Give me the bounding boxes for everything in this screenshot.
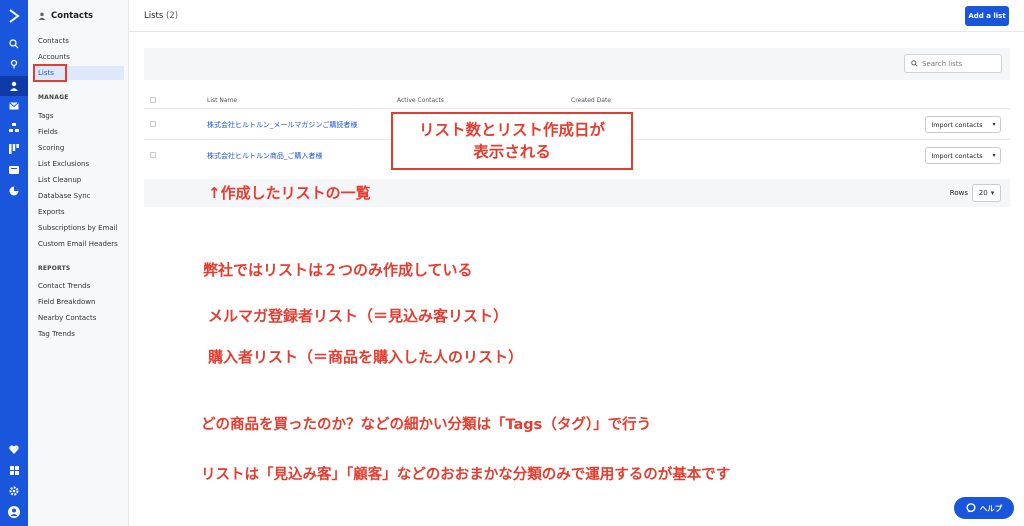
subnav-item-list-exclusions[interactable]: List Exclusions [38, 160, 89, 168]
app-rail [0, 0, 28, 526]
search-input[interactable]: Search lists [904, 54, 1002, 73]
lists-highlight-box [33, 64, 67, 82]
annotation-note-3: 購入者リスト（＝商品を購入した人のリスト） [208, 348, 524, 366]
automation-icon[interactable] [0, 118, 28, 138]
subnav-title: Contacts [38, 11, 93, 21]
import-contacts-button[interactable]: Import contacts [925, 147, 989, 164]
column-created-date[interactable]: Created Date [571, 97, 611, 104]
page-title: Lists (2) [144, 11, 179, 21]
annotation-note-5: リストは「見込み客」「顧客」などのおおまかな分類のみで運用するのが基本です [201, 467, 731, 483]
contacts-icon[interactable] [0, 76, 28, 96]
location-icon[interactable] [0, 54, 28, 74]
person-icon [38, 12, 46, 20]
add-list-button[interactable]: Add a list [965, 6, 1009, 26]
search-icon [911, 60, 918, 67]
subnav-item-fields[interactable]: Fields [38, 128, 58, 136]
search-icon[interactable] [0, 34, 28, 54]
subnav-item-accounts[interactable]: Accounts [38, 53, 70, 61]
chevron-down-icon[interactable]: ▾ [988, 147, 1001, 164]
subnav-item-list-cleanup[interactable]: List Cleanup [38, 176, 81, 184]
list-count: (2) [166, 11, 179, 21]
subnav-item-email-headers[interactable]: Custom Email Headers [38, 240, 118, 248]
subnav-item-contacts[interactable]: Contacts [38, 37, 69, 45]
annotation-note-1: 弊社ではリストは２つのみ作成している [203, 261, 473, 279]
rows-label: Rows [949, 189, 968, 197]
list-name-link[interactable]: 株式会社ヒルトルン商品_ご購入者様 [207, 151, 322, 161]
select-all-checkbox[interactable] [150, 97, 156, 103]
apps-icon[interactable] [0, 460, 28, 480]
page-header: Lists (2) Add a list [129, 0, 1024, 32]
manage-heading: MANAGE [38, 94, 69, 101]
chevron-down-icon: ▾ [990, 189, 995, 197]
logo-icon[interactable] [0, 6, 28, 26]
column-list-name[interactable]: List Name [207, 97, 237, 104]
list-name-link[interactable]: 株式会社ヒルトルン_メールマガジンご購読者様 [207, 120, 357, 130]
gear-icon[interactable] [0, 481, 28, 501]
subnav-item-field-breakdown[interactable]: Field Breakdown [38, 298, 95, 306]
subnav-item-database-sync[interactable]: Database Sync [38, 192, 91, 200]
subnav-item-nearby-contacts[interactable]: Nearby Contacts [38, 314, 96, 322]
row-checkbox[interactable] [150, 121, 156, 127]
annotation-callout: リスト数とリスト作成日が 表示される [391, 112, 633, 170]
pipeline-icon[interactable] [0, 139, 28, 159]
chat-icon [966, 503, 976, 513]
annotation-note-4: どの商品を買ったのか？などの細かい分類は「Tags（タグ）」で行う [201, 417, 652, 433]
annotation-note-2: メルマガ登録者リスト（＝見込み客リスト） [208, 307, 509, 325]
subnav-item-exports[interactable]: Exports [38, 208, 65, 216]
chevron-down-icon[interactable]: ▾ [988, 116, 1001, 133]
subnav-item-tag-trends[interactable]: Tag Trends [38, 330, 75, 338]
rows-per-page-select[interactable]: 20 ▾ [972, 184, 1001, 202]
heart-icon[interactable] [0, 439, 28, 459]
table-header: List Name Active Contacts Created Date [144, 92, 1010, 108]
mail-icon[interactable] [0, 96, 28, 116]
row-checkbox[interactable] [150, 152, 156, 158]
import-contacts-button[interactable]: Import contacts [925, 116, 989, 133]
subnav-item-contact-trends[interactable]: Contact Trends [38, 282, 90, 290]
reports-heading: REPORTS [38, 265, 71, 272]
avatar[interactable] [0, 502, 28, 522]
table-toolbar: Search lists [144, 48, 1010, 80]
column-active-contacts[interactable]: Active Contacts [397, 97, 444, 104]
reports-icon[interactable] [0, 181, 28, 201]
help-button[interactable]: ヘルプ [954, 497, 1014, 519]
subnav-item-subscriptions[interactable]: Subscriptions by Email [38, 224, 118, 232]
subnav-item-scoring[interactable]: Scoring [38, 144, 64, 152]
annotation-arrow-note: ↑作成したリストの一覧 [208, 184, 371, 202]
conversations-icon[interactable] [0, 160, 28, 180]
subnav-item-tags[interactable]: Tags [38, 112, 54, 120]
